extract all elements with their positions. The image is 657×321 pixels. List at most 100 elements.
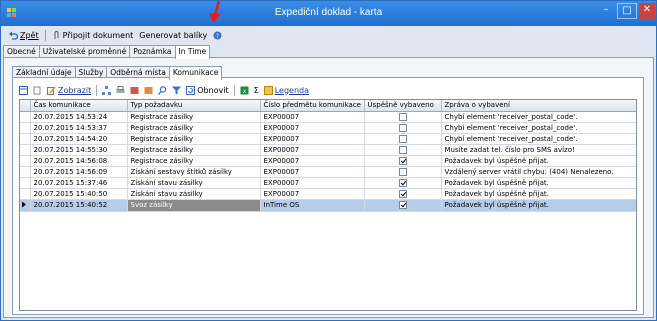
close-button[interactable]: ✕	[639, 3, 655, 19]
new-record-icon[interactable]	[33, 86, 42, 95]
col-header-number[interactable]: Číslo předmětu komunikace	[260, 100, 365, 112]
success-checkbox[interactable]	[398, 123, 407, 132]
empty-cell	[260, 233, 364, 244]
current-row-icon	[22, 201, 26, 207]
empty-cell	[30, 222, 127, 233]
row-indicator[interactable]	[20, 188, 31, 200]
legend-icon	[263, 85, 273, 95]
legend-label: Legenda	[274, 85, 309, 95]
empty-cell	[260, 255, 364, 266]
cell-type: Získání stavu zásilky	[127, 177, 261, 189]
cell-time: 20.07.2015 15:40:52	[30, 199, 128, 212]
row-indicator[interactable]	[20, 166, 31, 178]
back-label: Zpět	[20, 30, 39, 40]
empty-cell	[20, 277, 30, 288]
tree-icon[interactable]	[102, 85, 112, 95]
view-button[interactable]: Zobrazit	[47, 86, 91, 95]
paperclip-icon	[54, 30, 59, 39]
success-checkbox[interactable]	[398, 156, 407, 165]
legend-button[interactable]: Legenda	[263, 85, 309, 95]
success-checkbox[interactable]	[398, 145, 407, 154]
row-indicator[interactable]	[20, 144, 31, 156]
communication-table: Čas komunikace Typ požadavku Číslo předm…	[20, 100, 636, 299]
export-red-icon[interactable]	[130, 86, 139, 95]
cell-number: EXP00007	[260, 133, 365, 145]
cell-number: EXP00007	[260, 166, 365, 178]
communication-grid[interactable]: Čas komunikace Typ požadavku Číslo předm…	[19, 99, 637, 311]
table-header: Čas komunikace Typ požadavku Číslo předm…	[20, 100, 636, 112]
tab-communication[interactable]: Komunikace	[168, 66, 223, 80]
success-checkbox[interactable]	[398, 112, 407, 121]
empty-cell	[441, 266, 636, 277]
sum-icon[interactable]: Σ	[254, 86, 259, 95]
success-checkbox[interactable]	[398, 134, 407, 143]
empty-cell	[30, 266, 127, 277]
empty-cell	[20, 211, 30, 222]
cell-time: 20.07.2015 14:53:37	[30, 122, 128, 134]
refresh-button[interactable]: Obnovit	[186, 85, 229, 95]
minimize-button[interactable]: –	[595, 3, 617, 19]
row-indicator[interactable]	[20, 111, 31, 123]
table-row[interactable]: 20.07.2015 14:53:24 Registrace zásilky EXP…	[20, 111, 636, 123]
col-header-success[interactable]: Úspěšně vybaveno	[364, 100, 442, 112]
empty-cell	[260, 222, 364, 233]
empty-cell	[441, 233, 636, 244]
cell-number: EXP00007	[260, 188, 365, 200]
cell-message: Požadavek byl úspěšně přijat.	[441, 155, 636, 167]
empty-row	[20, 255, 636, 266]
cell-time: 20.07.2015 14:56:08	[30, 155, 128, 167]
success-checkbox[interactable]	[398, 167, 407, 176]
row-indicator[interactable]	[20, 133, 31, 145]
table-row[interactable]: 20.07.2015 15:37:46 Získání stavu zásilky…	[20, 177, 636, 189]
table-row[interactable]: 20.07.2015 15:40:50 Získání stavu zásilky…	[20, 188, 636, 200]
grid-toolbar-separator	[96, 84, 98, 96]
back-button[interactable]: Zpět	[9, 31, 39, 40]
filter-icon[interactable]	[172, 86, 182, 95]
print-icon[interactable]	[116, 85, 125, 95]
col-header-type[interactable]: Typ požadavku	[127, 100, 261, 112]
grid-toolbar: Zobrazit Obnovit x Σ Legenda	[19, 83, 639, 97]
cell-time: 20.07.2015 14:56:09	[30, 166, 128, 178]
cell-time: 20.07.2015 14:53:24	[30, 111, 128, 123]
help-icon[interactable]: ?	[213, 31, 222, 40]
main-toolbar: Zpět Připojit dokument Generovat balíky …	[3, 27, 654, 43]
maximize-button[interactable]: □	[617, 3, 637, 19]
cell-message: Musíte zadat tel. číslo pro SMS avízo!	[441, 144, 636, 156]
cell-time: 20.07.2015 15:40:50	[30, 188, 128, 200]
row-indicator[interactable]	[20, 155, 31, 167]
col-header-time[interactable]: Čas komunikace	[30, 100, 128, 112]
title-bar[interactable]: Expediční doklad - karta – □ ✕	[1, 1, 656, 26]
row-indicator[interactable]	[20, 122, 31, 134]
empty-cell	[364, 266, 441, 277]
tab-in-time[interactable]: In Time	[174, 45, 211, 59]
success-checkbox[interactable]	[398, 201, 407, 209]
row-indicator[interactable]	[20, 199, 31, 212]
cell-type: Registrace zásilky	[127, 133, 261, 145]
search-icon[interactable]	[158, 85, 167, 95]
export-icon[interactable]	[144, 86, 153, 95]
attach-label: Připojit dokument	[62, 30, 134, 40]
success-checkbox[interactable]	[398, 189, 407, 198]
row-indicator[interactable]	[20, 177, 31, 189]
layout-icon[interactable]	[19, 85, 28, 95]
attach-document-button[interactable]: Připojit dokument	[52, 30, 134, 40]
table-row[interactable]: 20.07.2015 15:40:52 Svoz zásilky InTime OS…	[20, 199, 636, 212]
table-row[interactable]: 20.07.2015 14:53:37 Registrace zásilky EXP…	[20, 122, 636, 134]
table-row[interactable]: 20.07.2015 14:56:08 Registrace zásilky EXP…	[20, 155, 636, 167]
col-header-message[interactable]: Zpráva o vybavení	[441, 100, 636, 112]
table-row[interactable]: 20.07.2015 14:56:09 Získání sestavy štítk…	[20, 166, 636, 178]
refresh-icon	[186, 85, 196, 95]
empty-row	[20, 211, 636, 222]
excel-icon[interactable]: x	[240, 86, 249, 95]
generate-packages-button[interactable]: Generovat balíky	[139, 31, 207, 40]
cell-success	[364, 122, 442, 134]
success-checkbox[interactable]	[398, 178, 407, 187]
cell-type: Získání sestavy štítků zásilky	[127, 166, 261, 178]
empty-cell	[20, 222, 30, 233]
empty-cell	[260, 266, 364, 277]
table-row[interactable]: 20.07.2015 14:54:20 Registrace zásilky EXP…	[20, 133, 636, 145]
table-row[interactable]: 20.07.2015 14:55:30 Registrace zásilky EXP…	[20, 144, 636, 156]
cell-success	[364, 155, 442, 167]
cell-success	[364, 188, 442, 200]
annotation-arrow-icon	[209, 1, 221, 23]
